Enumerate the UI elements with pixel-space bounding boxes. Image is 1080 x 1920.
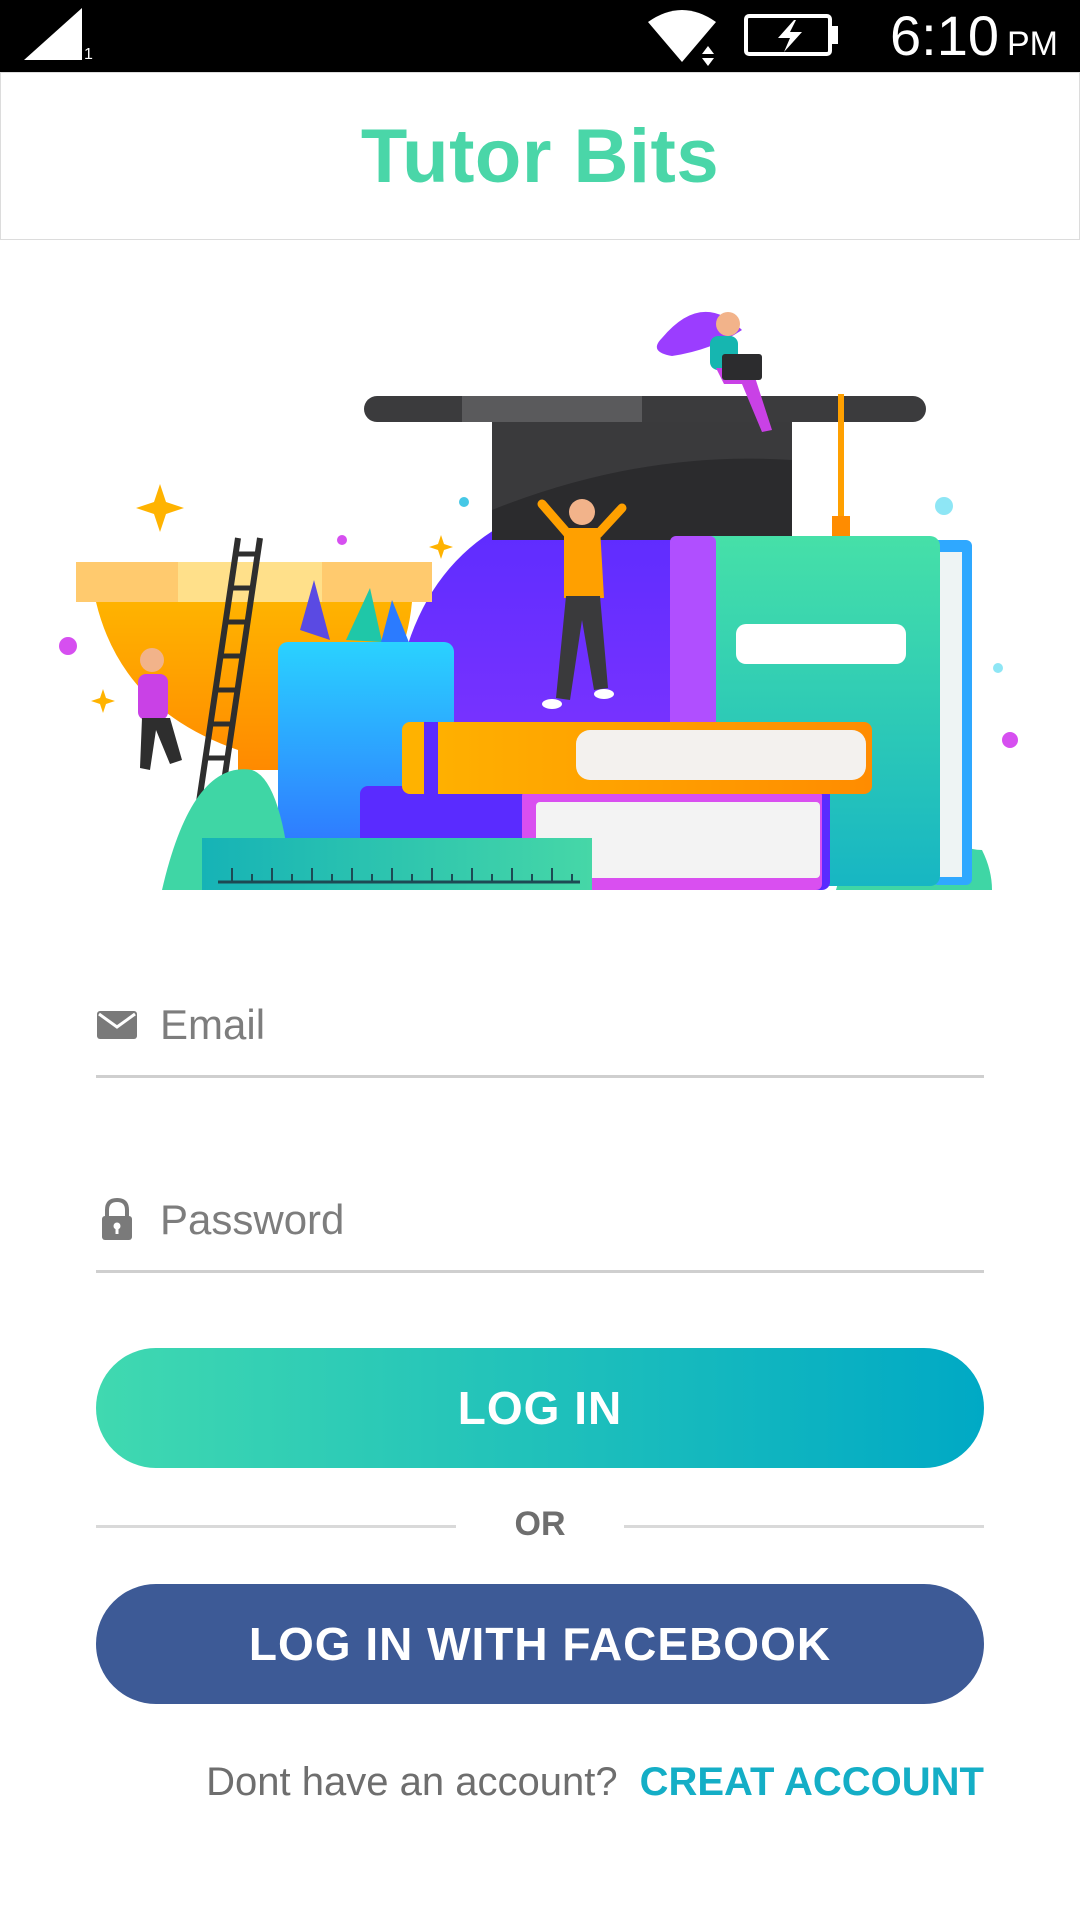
password-input[interactable] [158,1186,962,1254]
email-field[interactable] [96,985,984,1078]
create-account-link[interactable]: CREAT ACCOUNT [640,1760,984,1804]
status-time-ampm: PM [1007,25,1058,63]
status-bar: 1 6:10 PM [0,0,1080,72]
status-time-value: 6:10 [890,4,999,67]
login-button[interactable]: LOG IN [96,1348,984,1468]
battery-charging-icon [744,14,838,56]
password-field[interactable] [96,1180,984,1273]
or-divider: OR [96,1505,984,1547]
signal-sim-label: 1 [84,46,93,63]
mail-icon [97,1011,137,1039]
email-input[interactable] [158,991,962,1059]
signup-prompt: Dont have an account? CREAT ACCOUNT [206,1752,984,1812]
lock-icon [102,1198,132,1240]
wifi-icon [648,10,716,66]
facebook-login-button[interactable]: LOG IN WITH FACEBOOK [96,1584,984,1704]
signup-question: Dont have an account? [206,1760,618,1804]
divider-line-right [624,1525,984,1528]
app-bar: Tutor Bits [0,72,1080,240]
app-title: Tutor Bits [360,114,720,199]
status-time: 6:10 PM [890,2,1058,70]
education-illustration [59,311,1018,890]
signal-icon [24,8,82,60]
